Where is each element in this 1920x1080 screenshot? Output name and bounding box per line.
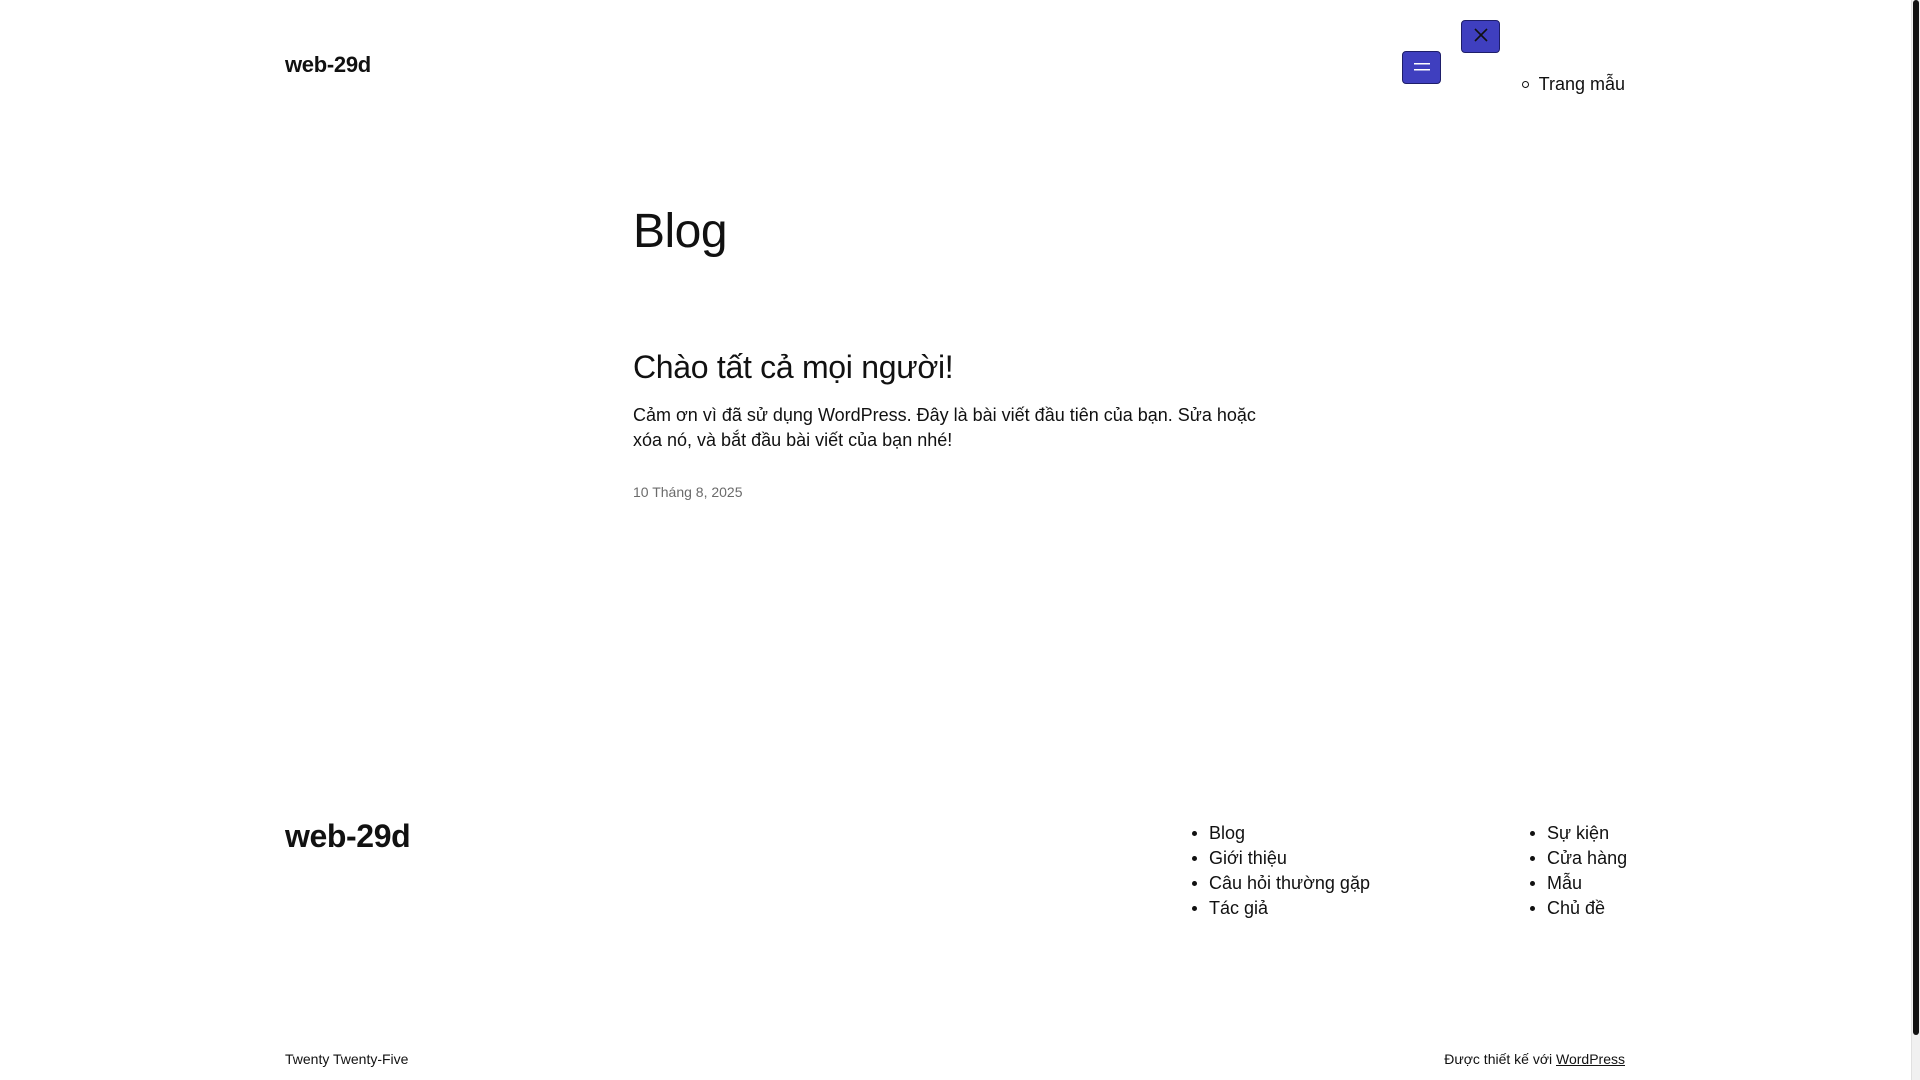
circle-bullet-icon — [1521, 80, 1529, 88]
footer-link-mau[interactable]: Mẫu — [1547, 871, 1582, 896]
post-date[interactable]: 10 Tháng 8, 2025 — [633, 484, 743, 500]
scrollbar-thumb[interactable] — [1913, 0, 1919, 1035]
bullet-icon — [1530, 831, 1535, 836]
powered-by-credit: Được thiết kế với WordPress — [1444, 1051, 1625, 1067]
bullet-icon — [1530, 906, 1535, 911]
site-title-link[interactable]: web-29d — [285, 52, 371, 78]
header-submenu: Trang mẫu — [1521, 71, 1625, 97]
wordpress-link[interactable]: WordPress — [1556, 1051, 1625, 1067]
bullet-icon — [1192, 881, 1197, 886]
page-title: Blog — [633, 205, 728, 258]
scrollbar[interactable] — [1911, 0, 1920, 1080]
footer-link-tac-gia[interactable]: Tác giả — [1209, 896, 1268, 921]
powered-by-text: Được thiết kế với — [1444, 1051, 1553, 1067]
open-menu-button[interactable] — [1402, 51, 1441, 84]
footer-nav-item[interactable]: Blog — [1192, 821, 1370, 846]
post-title[interactable]: Chào tất cả mọi người! — [633, 344, 954, 390]
footer-link-gioi-thieu[interactable]: Giới thiệu — [1209, 846, 1287, 871]
bullet-icon — [1192, 906, 1197, 911]
footer-nav-primary: Blog Giới thiệu Câu hỏi thường gặp Tác g… — [1192, 821, 1370, 921]
footer-link-blog[interactable]: Blog — [1209, 821, 1245, 846]
footer-nav-item[interactable]: Cửa hàng — [1530, 846, 1627, 871]
submenu-item-trang-mau[interactable]: Trang mẫu — [1521, 71, 1625, 97]
footer-nav-item[interactable]: Giới thiệu — [1192, 846, 1370, 871]
post-excerpt: Cảm ơn vì đã sử dụng WordPress. Đây là b… — [633, 405, 1256, 450]
bullet-icon — [1530, 856, 1535, 861]
close-icon — [1473, 28, 1488, 45]
footer-nav-item[interactable]: Chủ đề — [1530, 896, 1627, 921]
footer-nav-secondary: Sự kiện Cửa hàng Mẫu Chủ đề — [1530, 821, 1627, 921]
footer-nav-item[interactable]: Sự kiện — [1530, 821, 1627, 846]
footer-link-chu-de[interactable]: Chủ đề — [1547, 896, 1605, 921]
footer-nav-item[interactable]: Mẫu — [1530, 871, 1627, 896]
footer-link-faq[interactable]: Câu hỏi thường gặp — [1209, 871, 1370, 896]
submenu-link-trang-mau[interactable]: Trang mẫu — [1539, 71, 1625, 97]
footer-link-su-kien[interactable]: Sự kiện — [1547, 821, 1609, 846]
footer-nav-item[interactable]: Tác giả — [1192, 896, 1370, 921]
hamburger-icon — [1413, 60, 1430, 75]
footer-site-title[interactable]: web-29d — [285, 818, 411, 855]
bullet-icon — [1530, 881, 1535, 886]
theme-credit: Twenty Twenty-Five — [285, 1051, 409, 1067]
bullet-icon — [1192, 831, 1197, 836]
bullet-icon — [1192, 856, 1197, 861]
footer-link-cua-hang[interactable]: Cửa hàng — [1547, 846, 1627, 871]
footer-nav-item[interactable]: Câu hỏi thường gặp — [1192, 871, 1370, 896]
close-menu-button[interactable] — [1461, 20, 1500, 53]
